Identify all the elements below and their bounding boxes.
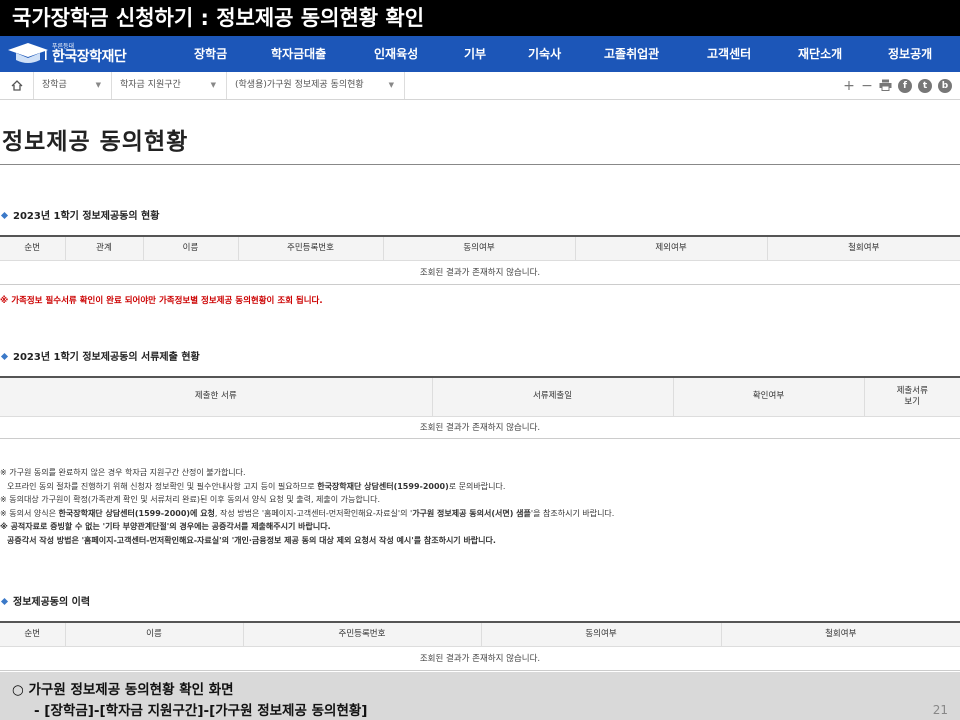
slide-title: 국가장학금 신청하기 : 정보제공 동의현황 확인	[0, 0, 960, 36]
note-2: 오프라인 동의 절차를 진행하기 위해 신청자 정보확인 및 필수안내사항 고지…	[7, 481, 506, 491]
col-header-view-documents: 제출서류 보기	[863, 376, 960, 417]
col-header: 철회여부	[766, 235, 960, 261]
note-3: ※ 동의대상 가구원이 확정(가족관계 확인 및 서류처리 완료)된 이후 동의…	[0, 495, 381, 504]
section-title-document-submission: 2023년 1학기 정보제공동의 서류제출 현황	[0, 348, 200, 363]
print-icon[interactable]	[879, 76, 892, 95]
note-5: ※ 공적자료로 증빙할 수 없는 '기타 부양관계단절'의 경우에는 공증각서를…	[0, 522, 331, 531]
consent-history-table: 순번 이름 주민등록번호 동의여부 철회여부 조회된 결과가 존재하지 않습니다…	[0, 621, 960, 671]
gnb-item-disclosure[interactable]: 정보공개	[888, 36, 932, 72]
slide-caption: ○ 가구원 정보제공 동의현황 확인 화면 - [장학금]-[학자금 지원구간]…	[0, 672, 960, 720]
breadcrumb-label: 학자금 지원구간	[120, 80, 181, 90]
blog-icon[interactable]: b	[938, 78, 952, 93]
col-header: 관계	[64, 235, 143, 261]
logo-main: 한국장학재단	[52, 49, 127, 65]
col-header: 제외여부	[574, 235, 767, 261]
breadcrumb-consent-status[interactable]: (학생용)가구원 정보제공 동의현황 ▼	[227, 72, 405, 99]
zoom-out-icon[interactable]: −	[861, 78, 873, 94]
caret-down-icon: ▼	[388, 81, 394, 89]
twitter-icon[interactable]: t	[918, 78, 932, 93]
facebook-icon[interactable]: f	[898, 78, 912, 93]
site-logo[interactable]: 푸른등대 한국장학재단	[0, 36, 170, 72]
gnb-item-talent[interactable]: 인재육성	[374, 36, 418, 72]
breadcrumb-scholarship[interactable]: 장학금 ▼	[34, 72, 112, 99]
col-header: 이름	[64, 621, 243, 647]
col-header: 동의여부	[480, 621, 721, 647]
note-6: 공증각서 작성 방법은 '홈페이지-고객센터-먼저확인해요-자료실'의 '개인·…	[7, 535, 496, 545]
global-nav: 푸른등대 한국장학재단 장학금 학자금대출 인재육성 기부 기숙사 고졸취업관 …	[0, 36, 960, 72]
note-1: ※ 가구원 동의를 완료하지 않은 경우 학자금 지원구간 산정이 불가합니다.	[0, 468, 246, 477]
consent-status-table: 순번 관계 이름 주민등록번호 동의여부 제외여부 철회여부 조회된 결과가 존…	[0, 235, 960, 285]
col-header: 철회여부	[720, 621, 960, 647]
caret-down-icon: ▼	[210, 81, 216, 89]
gnb-item-dormitory[interactable]: 기숙사	[528, 36, 561, 72]
col-header: 순번	[0, 621, 65, 647]
gnb-item-donation[interactable]: 기부	[464, 36, 486, 72]
col-header: 주민등록번호	[242, 621, 481, 647]
caption-line-2: - [장학금]-[학자금 지원구간]-[가구원 정보제공 동의현황]	[34, 703, 368, 719]
breadcrumb-label: (학생용)가구원 정보제공 동의현황	[235, 80, 364, 90]
bullet-diamond-icon	[0, 211, 9, 220]
gnb-item-employment[interactable]: 고졸취업관	[604, 36, 659, 72]
caption-line-1: ○ 가구원 정보제공 동의현황 확인 화면	[12, 682, 234, 698]
guidance-notes: ※ 가구원 동의를 완료하지 않은 경우 학자금 지원구간 산정이 불가합니다.…	[0, 466, 960, 547]
home-icon[interactable]	[0, 72, 34, 99]
breadcrumb: 장학금 ▼ 학자금 지원구간 ▼ (학생용)가구원 정보제공 동의현황 ▼ + …	[0, 72, 960, 100]
gnb-item-customer-center[interactable]: 고객센터	[707, 36, 751, 72]
empty-row: 조회된 결과가 존재하지 않습니다.	[0, 260, 960, 285]
section-title-consent-status: 2023년 1학기 정보제공동의 현황	[0, 207, 159, 222]
col-header: 이름	[142, 235, 238, 261]
empty-row: 조회된 결과가 존재하지 않습니다.	[0, 646, 960, 671]
bullet-diamond-icon	[0, 597, 9, 606]
document-submission-table: 제출한 서류 서류제출일 확인여부 제출서류 보기 조회된 결과가 존재하지 않습…	[0, 376, 960, 439]
note-4: ※ 동의서 양식은 한국장학재단 상담센터(1599-2000)에 요청, 작성…	[0, 508, 615, 518]
col-header: 순번	[0, 235, 65, 261]
title-divider	[0, 164, 960, 165]
page-title: 정보제공 동의현황	[2, 129, 189, 155]
col-header: 확인여부	[672, 376, 864, 417]
empty-row: 조회된 결과가 존재하지 않습니다.	[0, 416, 960, 439]
col-header: 주민등록번호	[237, 235, 383, 261]
page-tools: + − f t b	[843, 72, 952, 99]
graduation-cap-icon	[6, 41, 50, 67]
breadcrumb-support-band[interactable]: 학자금 지원구간 ▼	[112, 72, 227, 99]
breadcrumb-label: 장학금	[42, 80, 67, 90]
col-header: 서류제출일	[431, 376, 673, 417]
col-header: 동의여부	[382, 235, 575, 261]
bullet-diamond-icon	[0, 352, 9, 361]
page-number: 21	[932, 703, 948, 717]
gnb-item-loan[interactable]: 학자금대출	[271, 36, 326, 72]
caret-down-icon: ▼	[95, 81, 101, 89]
gnb-item-about[interactable]: 재단소개	[798, 36, 842, 72]
family-info-warning: ※ 가족정보 필수서류 확인이 완료 되어야만 가족정보별 정보제공 동의현황이…	[0, 296, 323, 306]
section-title-consent-history: 정보제공동의 이력	[0, 593, 90, 608]
col-header: 제출한 서류	[0, 376, 432, 417]
zoom-in-icon[interactable]: +	[843, 78, 855, 94]
gnb-item-scholarship[interactable]: 장학금	[194, 36, 227, 72]
